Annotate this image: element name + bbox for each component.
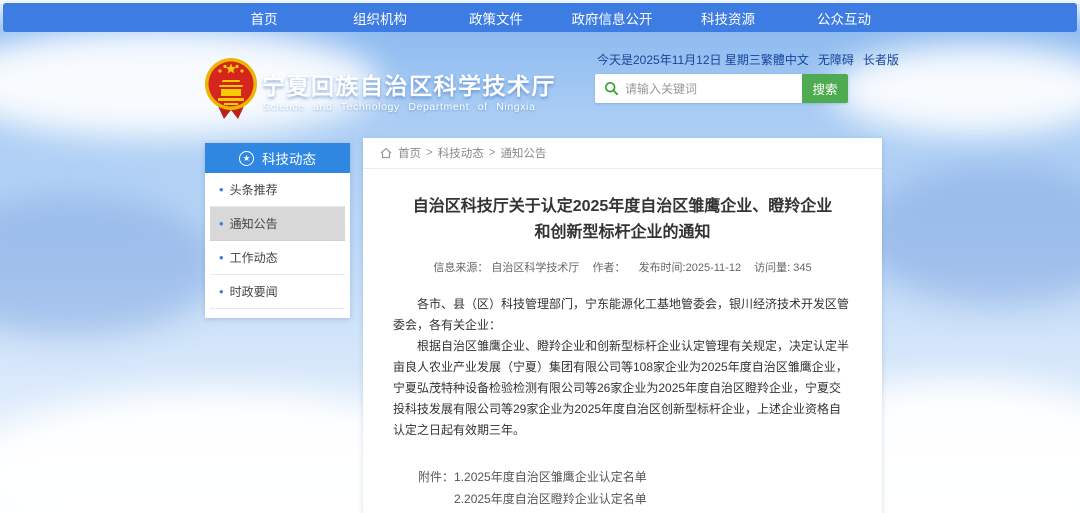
meta-publish-date: 发布时间:2025-11-12 <box>639 262 742 274</box>
cloud-decoration <box>860 165 1080 305</box>
sidebar-item-label: 头条推荐 <box>230 181 278 198</box>
breadcrumb-tech-news[interactable]: 科技动态 <box>438 145 484 161</box>
meta-views: 访问量: 345 <box>754 262 811 274</box>
link-senior-version[interactable]: 长者版 <box>863 51 899 68</box>
bullet-icon: • <box>219 217 224 230</box>
nav-item-home[interactable]: 首页 <box>221 8 307 28</box>
sidebar-tech-news: ★ 科技动态 • 头条推荐 • 通知公告 • 工作动态 • 时政要闻 <box>205 143 350 318</box>
sidebar-item-current-politics[interactable]: • 时政要闻 <box>210 275 345 309</box>
article-title-line1: 自治区科技厅关于认定2025年度自治区雏鹰企业、瞪羚企业 <box>393 194 852 220</box>
attachments-list: 1.2025年度自治区雏鹰企业认定名单 2.2025年度自治区瞪羚企业认定名单 … <box>454 466 683 513</box>
home-icon <box>380 147 392 159</box>
breadcrumb-separator: > <box>426 147 433 159</box>
sidebar-item-label: 工作动态 <box>230 249 278 266</box>
nav-item-resources[interactable]: 科技资源 <box>685 8 771 28</box>
breadcrumb-notices: 通知公告 <box>500 145 546 161</box>
bullet-icon: • <box>219 183 224 196</box>
national-emblem-icon <box>204 56 258 122</box>
search-input[interactable] <box>625 74 802 103</box>
breadcrumb-home[interactable]: 首页 <box>398 145 421 161</box>
top-navigation: 首页 组织机构 政策文件 政府信息公开 科技资源 公众互动 <box>3 3 1077 32</box>
search-bar: 搜索 <box>595 74 848 103</box>
header-utility-bar: 今天是2025年11月12日 星期三 繁體中文 无障碍 长者版 <box>597 51 871 68</box>
sidebar-item-notices[interactable]: • 通知公告 <box>210 207 345 241</box>
article: 自治区科技厅关于认定2025年度自治区雏鹰企业、瞪羚企业 和创新型标杆企业的通知… <box>363 194 882 513</box>
breadcrumb-separator: > <box>489 147 496 159</box>
breadcrumb: 首页 > 科技动态 > 通知公告 <box>363 138 882 169</box>
sidebar-item-label: 通知公告 <box>230 215 278 232</box>
attachment-link-2[interactable]: 2.2025年度自治区瞪羚企业认定名单 <box>454 488 683 510</box>
article-meta: 信息来源： 自治区科学技术厅 作者： 发布时间:2025-11-12 访问量: … <box>393 259 852 275</box>
attachment-link-1[interactable]: 1.2025年度自治区雏鹰企业认定名单 <box>454 466 683 488</box>
sidebar-header: ★ 科技动态 <box>205 143 350 173</box>
nav-item-gov-info[interactable]: 政府信息公开 <box>569 8 655 28</box>
sidebar-item-label: 时政要闻 <box>230 283 278 300</box>
article-paragraph: 根据自治区雏鹰企业、瞪羚企业和创新型标杆企业认定管理有关规定，决定认定半亩良人农… <box>393 336 852 441</box>
article-title-line2: 和创新型标杆企业的通知 <box>393 220 852 246</box>
site-title: 宁夏回族自治区科学技术厅 <box>262 67 556 101</box>
nav-item-org[interactable]: 组织机构 <box>337 8 423 28</box>
link-accessibility[interactable]: 无障碍 <box>818 51 854 68</box>
nav-item-policy[interactable]: 政策文件 <box>453 8 539 28</box>
sidebar-item-headlines[interactable]: • 头条推荐 <box>210 173 345 207</box>
site-subtitle-english: Science and Technology Department of Nin… <box>263 101 535 113</box>
meta-author: 作者： <box>593 262 626 274</box>
cloud-decoration <box>0 195 220 335</box>
article-body: 各市、县（区）科技管理部门，宁东能源化工基地管委会，银川经济技术开发区管委会，各… <box>393 294 852 441</box>
attachments-label: 附件： <box>418 466 454 513</box>
current-date: 今天是2025年11月12日 星期三 <box>597 51 761 68</box>
attachments-section: 附件： 1.2025年度自治区雏鹰企业认定名单 2.2025年度自治区瞪羚企业认… <box>393 466 852 513</box>
nav-item-interaction[interactable]: 公众互动 <box>801 8 887 28</box>
star-compass-icon: ★ <box>239 151 254 166</box>
national-emblem-logo[interactable] <box>204 56 258 127</box>
article-paragraph: 各市、县（区）科技管理部门，宁东能源化工基地管委会，银川经济技术开发区管委会，各… <box>393 294 852 336</box>
sidebar-title: 科技动态 <box>262 148 316 168</box>
quick-links: 繁體中文 无障碍 长者版 <box>761 51 899 68</box>
bullet-icon: • <box>219 285 224 298</box>
main-content-panel: 首页 > 科技动态 > 通知公告 自治区科技厅关于认定2025年度自治区雏鹰企业… <box>363 138 882 513</box>
search-icon <box>604 81 619 96</box>
article-title: 自治区科技厅关于认定2025年度自治区雏鹰企业、瞪羚企业 和创新型标杆企业的通知 <box>393 194 852 246</box>
link-traditional-chinese[interactable]: 繁體中文 <box>761 51 809 68</box>
meta-source: 信息来源： 自治区科学技术厅 <box>433 262 579 274</box>
bullet-icon: • <box>219 251 224 264</box>
search-button[interactable]: 搜索 <box>802 74 848 103</box>
sidebar-item-work-updates[interactable]: • 工作动态 <box>210 241 345 275</box>
